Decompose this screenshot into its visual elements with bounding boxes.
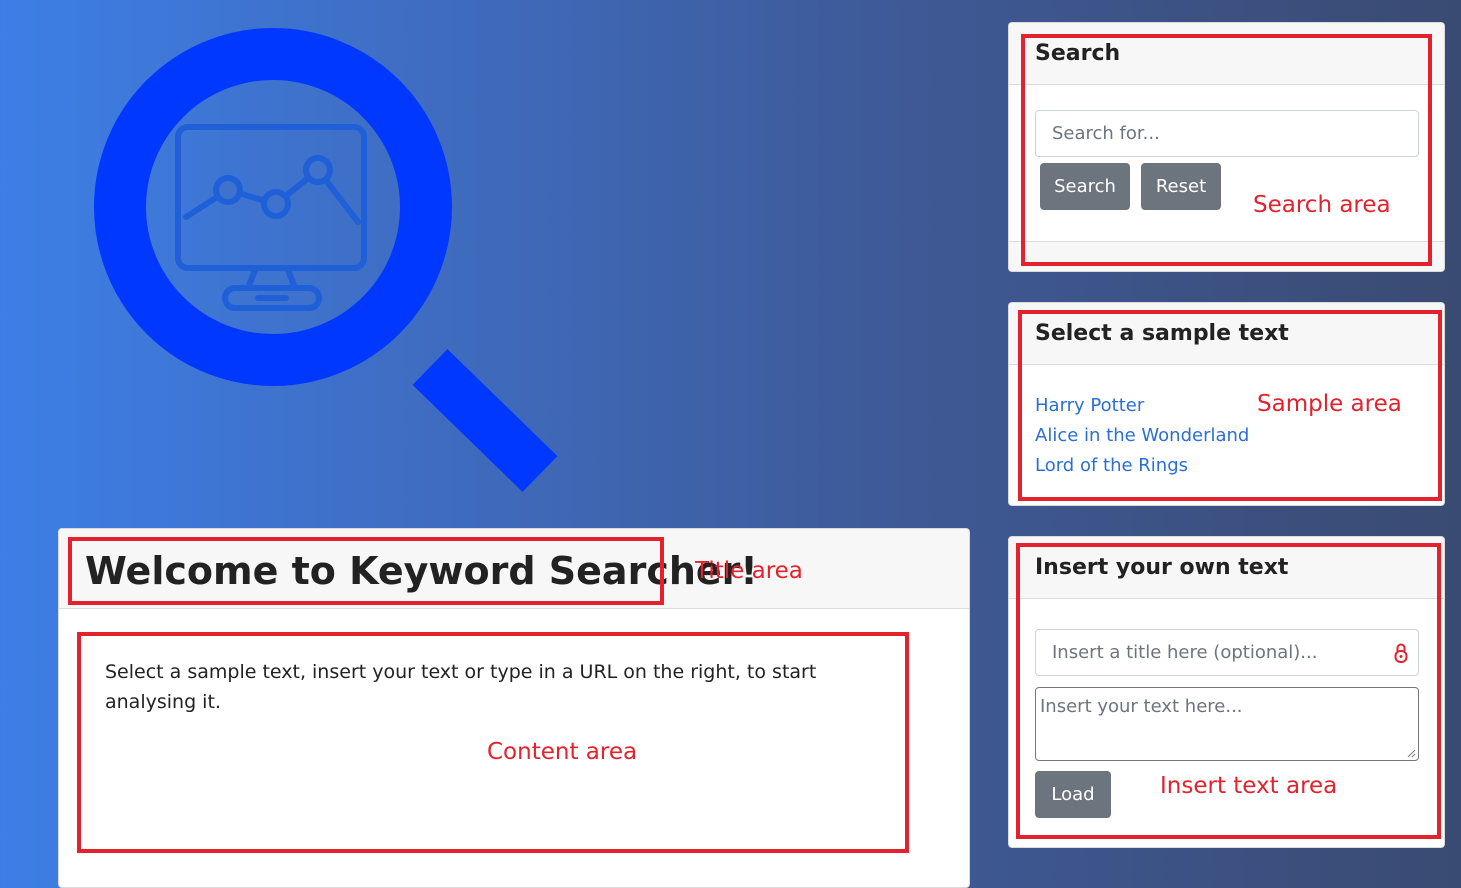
search-area-highlight [1021, 34, 1432, 266]
search-area-label: Search area [1253, 192, 1391, 218]
sample-area-label: Sample area [1257, 391, 1402, 417]
title-area-highlight [68, 537, 664, 605]
title-area-label: Title area [695, 558, 803, 584]
insert-area-label: Insert text area [1160, 773, 1338, 799]
monitor-chart-icon [175, 124, 367, 311]
content-area-label: Content area [487, 739, 638, 765]
magnifier-logo-icon [94, 28, 558, 492]
